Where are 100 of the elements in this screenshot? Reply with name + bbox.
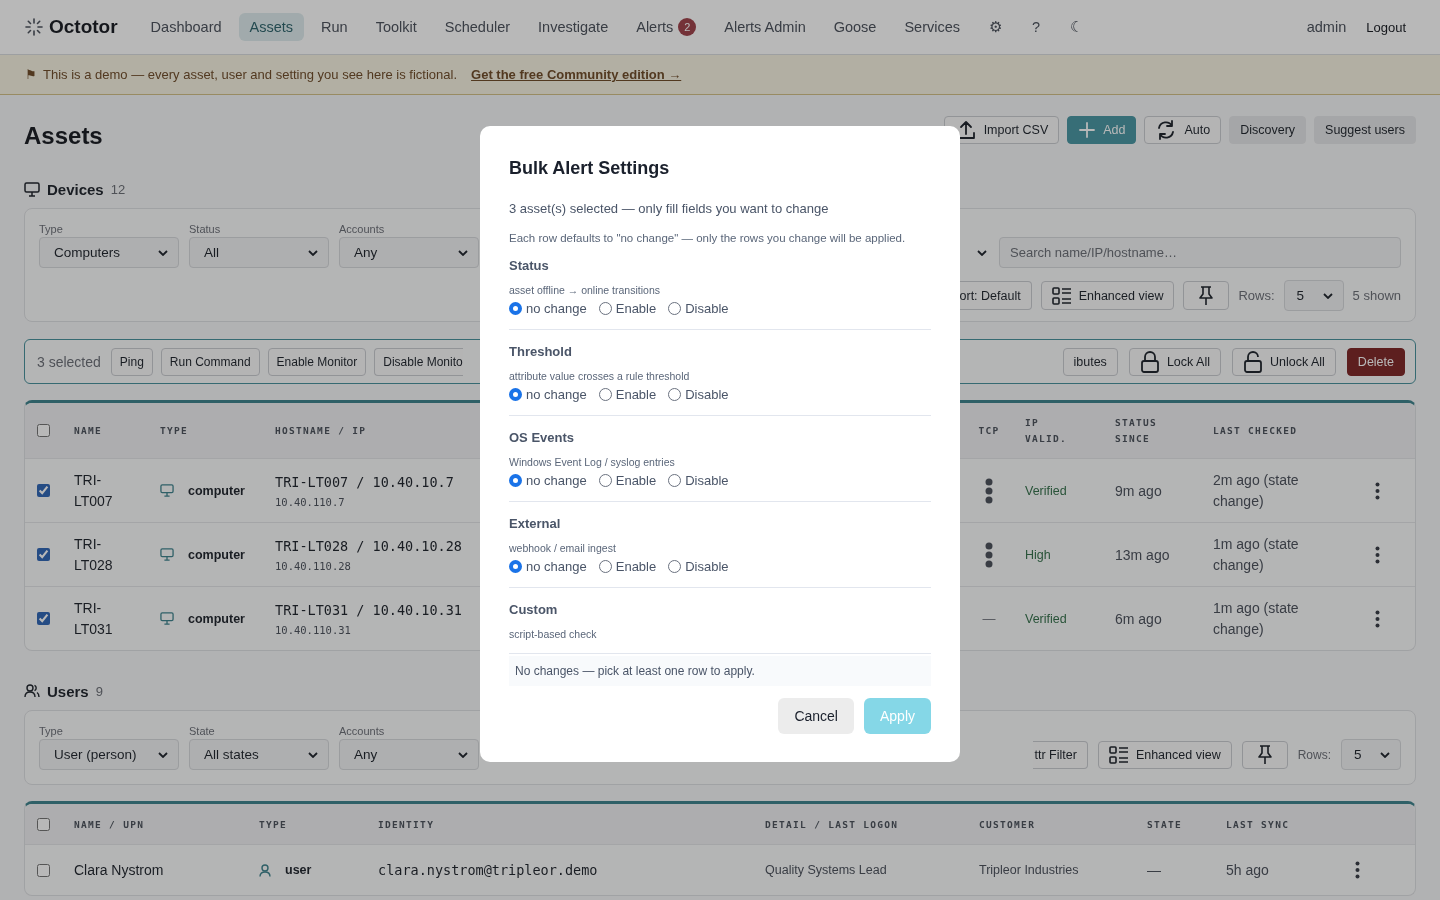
pin-button[interactable]: [1183, 281, 1230, 310]
caret-icon: [458, 249, 468, 256]
nav-icon-link[interactable]: ☾: [1058, 13, 1096, 41]
column-header: DETAIL / LAST LOGON: [765, 818, 900, 830]
more-options-icon[interactable]: [1375, 609, 1380, 628]
row-checkbox[interactable]: [37, 548, 50, 561]
filter-select[interactable]: User (person): [39, 739, 179, 770]
nav-link[interactable]: Assets: [238, 13, 305, 41]
shown-count: 5 shown: [1352, 288, 1401, 303]
dialog-intro: 3 asset(s) selected — only fill fields you want to change: [509, 201, 830, 216]
flag-icon: ⚑: [25, 67, 37, 82]
last-checked: 2m ago (state change): [1213, 470, 1300, 511]
select-all-checkbox[interactable]: [37, 817, 50, 831]
rows-select[interactable]: 5: [1341, 739, 1401, 770]
nav-link[interactable]: Alerts 2: [625, 12, 708, 42]
nav-link[interactable]: Services: [893, 13, 972, 41]
radio-option[interactable]: Disable: [668, 473, 729, 488]
enhanced-view-button[interactable]: Enhanced view: [1097, 740, 1232, 769]
select-all-checkbox[interactable]: [37, 424, 50, 437]
filter-select[interactable]: Computers: [39, 237, 179, 268]
tcp-status: —: [982, 611, 996, 626]
caret-icon: [158, 249, 168, 256]
dialog-status-message: No changes — pick at least one row to apply.: [509, 656, 931, 686]
setting-description: Windows Event Log / syslog entries: [509, 456, 676, 468]
nav-link[interactable]: Investigate: [527, 13, 620, 41]
pin-button[interactable]: [1241, 740, 1288, 769]
header-action-button[interactable]: Suggest users: [1314, 116, 1416, 144]
radio-option[interactable]: no change: [509, 559, 587, 574]
more-options-icon[interactable]: [1355, 861, 1360, 879]
column-header: IP VALID.: [1025, 415, 1069, 446]
user-state: —: [1147, 862, 1162, 878]
bulk-action-button[interactable]: Delete: [1346, 347, 1405, 376]
community-edition-link[interactable]: Get the free Community edition →: [471, 67, 682, 82]
header-action-button[interactable]: Auto: [1144, 116, 1222, 144]
more-options-icon[interactable]: [1375, 545, 1380, 564]
nav-link[interactable]: Toolkit: [364, 13, 428, 41]
row-checkbox[interactable]: [37, 484, 50, 497]
bulk-action-button[interactable]: Disable Monito: [374, 347, 463, 376]
radio-option[interactable]: no change: [509, 473, 587, 488]
caret-icon: [308, 751, 318, 758]
bulk-action-button[interactable]: Unlock All: [1231, 347, 1336, 376]
column-header: IDENTITY: [378, 818, 436, 830]
pin-icon: [1197, 285, 1216, 306]
bulk-action-button[interactable]: ibutes: [1062, 347, 1118, 376]
banner-text: This is a demo — every asset, user and setting you see here is fictional.: [43, 67, 458, 82]
bulk-action-button[interactable]: Enable Monitor: [267, 347, 367, 376]
enhanced-view-button[interactable]: Enhanced view: [1040, 281, 1175, 310]
radio-option[interactable]: Enable: [598, 387, 657, 402]
bulk-action-button[interactable]: Lock All: [1128, 347, 1221, 376]
dialog-button[interactable]: Cancel: [778, 698, 854, 734]
device-type: computer: [188, 547, 245, 562]
column-header: NAME: [74, 425, 104, 436]
radio-option[interactable]: Disable: [668, 301, 729, 316]
row-checkbox[interactable]: [37, 863, 50, 877]
column-header: STATUS SINCE: [1115, 415, 1159, 446]
unlocked-lock-icon: [1242, 350, 1263, 373]
nav-icon-link[interactable]: ?: [1020, 13, 1053, 41]
more-options-icon[interactable]: [1375, 481, 1380, 500]
radio-option[interactable]: no change: [509, 301, 587, 316]
filter-select[interactable]: All: [189, 237, 329, 268]
caret-icon: [158, 751, 168, 758]
brand-name: Octotor: [49, 16, 118, 38]
radio-option[interactable]: no change: [509, 387, 587, 402]
monitor-icon: [24, 181, 40, 197]
nav-link[interactable]: Dashboard: [139, 13, 233, 41]
lock-icon: [1139, 350, 1160, 373]
column-header: HOSTNAME / IP: [275, 425, 368, 436]
nav-link[interactable]: Run: [310, 13, 359, 41]
radio-option[interactable]: Disable: [668, 387, 729, 402]
nav-link[interactable]: Goose: [822, 13, 888, 41]
column-header: TYPE: [259, 818, 289, 830]
filter-select[interactable]: All states: [189, 739, 329, 770]
radio-option[interactable]: Enable: [598, 559, 657, 574]
setting-title: Custom: [509, 602, 559, 617]
sort-button[interactable]: ort: Default: [957, 281, 1032, 310]
attribute-filter-button[interactable]: ttr Filter: [1032, 740, 1088, 769]
bulk-action-button[interactable]: Ping: [110, 347, 153, 376]
radio-option[interactable]: Enable: [598, 301, 657, 316]
caret-icon: [308, 249, 318, 256]
radio-option[interactable]: Disable: [668, 559, 729, 574]
users-icon: [24, 684, 40, 698]
search-field[interactable]: Search name/IP/hostname…: [999, 237, 1401, 268]
nav-link[interactable]: Scheduler: [433, 13, 522, 41]
nav-link[interactable]: Alerts Admin: [713, 13, 817, 41]
row-checkbox[interactable]: [37, 612, 50, 625]
header-action-button[interactable]: Discovery: [1229, 116, 1307, 144]
logout-button[interactable]: Logout: [1366, 19, 1406, 35]
list-view-icon: [1051, 286, 1072, 305]
header-action-button[interactable]: Import CSV: [943, 116, 1060, 144]
setting-description: script-based check: [509, 628, 598, 640]
filter-label: Status: [189, 223, 222, 235]
radio-option[interactable]: Enable: [598, 473, 657, 488]
nav-icon-link[interactable]: ⚙: [977, 13, 1015, 41]
plus-icon: [1078, 121, 1097, 139]
rows-select[interactable]: 5: [1283, 280, 1344, 311]
filter-select[interactable]: Any: [339, 237, 479, 268]
bulk-action-button[interactable]: Run Command: [160, 347, 260, 376]
dialog-title: Bulk Alert Settings: [509, 158, 671, 179]
setting-title: OS Events: [509, 430, 576, 445]
filter-select[interactable]: Any: [339, 739, 479, 770]
